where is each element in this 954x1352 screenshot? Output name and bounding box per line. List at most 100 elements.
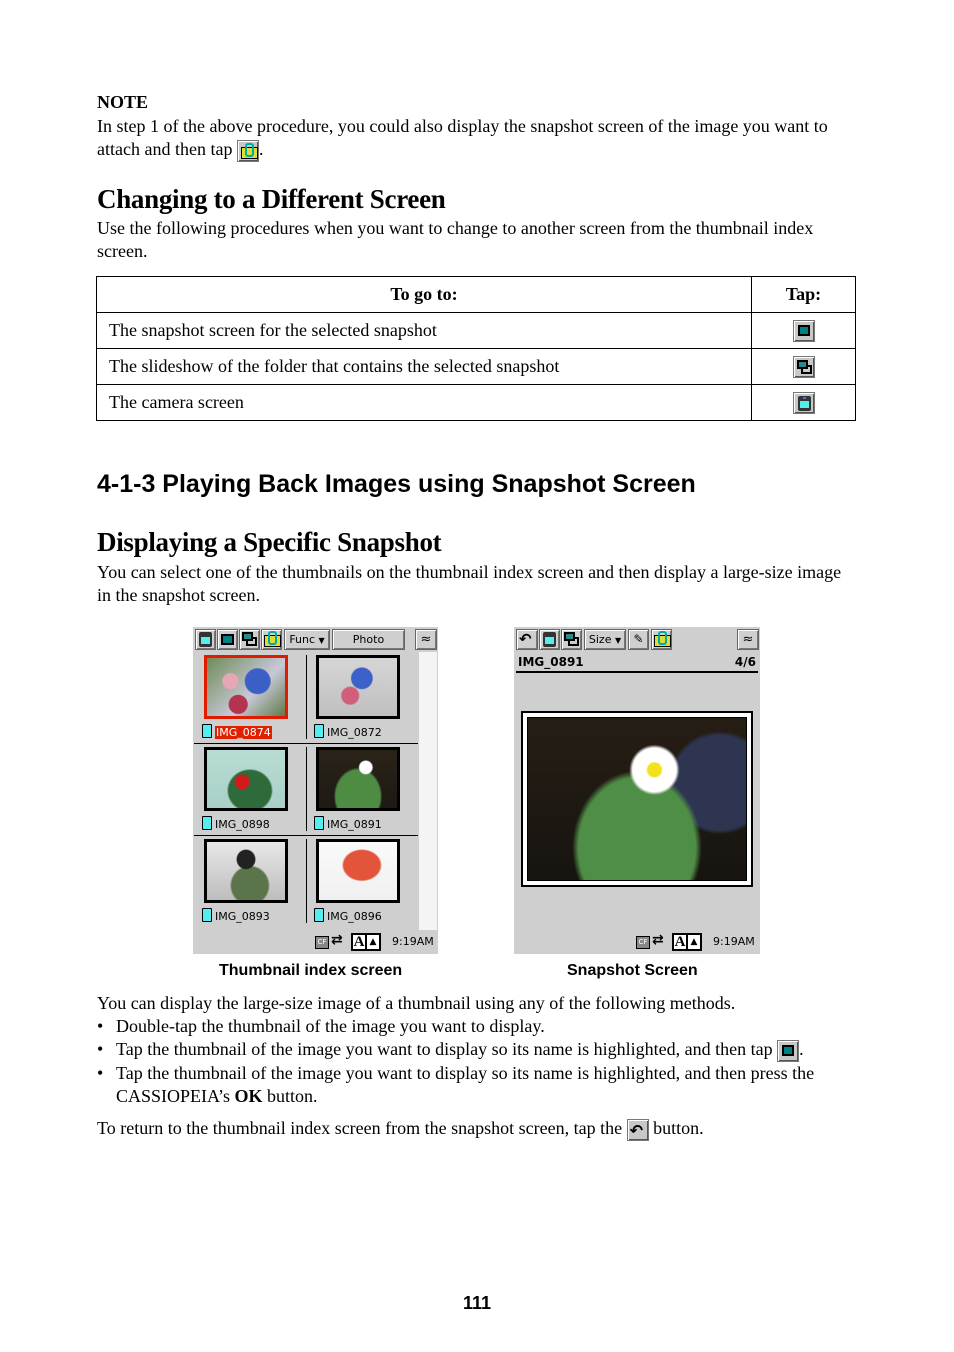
note-text-after: . <box>258 139 264 159</box>
thumbnail-image[interactable] <box>204 655 288 719</box>
thumbnail-item[interactable]: IMG_0896 <box>306 836 418 928</box>
table-row: The snapshot screen for the selected sna… <box>96 312 856 349</box>
dropdown-arrow-icon: ▼ <box>318 636 325 645</box>
list-item: Double-tap the thumbnail of the image yo… <box>97 1015 867 1038</box>
return-text-after: button. <box>648 1118 704 1138</box>
phone-icon <box>202 908 212 922</box>
note-text-before: In step 1 of the above procedure, you co… <box>97 116 828 159</box>
thumbnail-index-screenshot: Func ▼ Photo ≈ IMG_0874 IMG_0872 IMG_089… <box>193 627 438 954</box>
thumbnail-name: IMG_0872 <box>327 726 382 739</box>
grid-divider <box>306 747 307 831</box>
snapshot-screen-icon <box>777 1039 800 1062</box>
func-menu-button[interactable]: Func ▼ <box>284 629 330 650</box>
header-to-go-to: To go to: <box>96 276 752 313</box>
thumbnail-screen-caption: Thumbnail index screen <box>219 962 403 979</box>
attach-mail-button[interactable] <box>261 629 282 650</box>
row-destination: The snapshot screen for the selected sna… <box>96 312 752 349</box>
clock: 9:19AM <box>392 935 434 948</box>
thumbnail-item[interactable]: IMG_0891 <box>306 744 418 836</box>
status-bar: CF ⇄ A ▲ 9:19AM <box>193 930 438 954</box>
snapshot-header: IMG_0891 4/6 <box>516 653 758 673</box>
page-number: 111 <box>462 1293 492 1313</box>
toolbar: ↶ Size ▼ ✎ ≈ <box>515 628 759 651</box>
status-bar: CF ⇄ A ▲ 9:19AM <box>514 930 760 954</box>
thumbnail-grid: IMG_0874 IMG_0872 IMG_0898 IMG_0891 IMG_… <box>194 652 418 939</box>
camera-button[interactable] <box>539 629 560 650</box>
image-position: 4/6 <box>734 655 756 669</box>
grid-divider <box>194 835 418 836</box>
font-size-icon[interactable]: A <box>351 933 367 951</box>
grid-divider <box>306 655 307 739</box>
changing-heading: Changing to a Different Screen <box>97 184 446 214</box>
method-text: Tap the thumbnail of the image you want … <box>116 1039 778 1059</box>
thumbnail-name: IMG_0893 <box>215 910 270 923</box>
wireless-icon[interactable]: ≈ <box>415 629 437 650</box>
method-text: Tap the thumbnail of the image you want … <box>116 1062 815 1106</box>
methods-list: Double-tap the thumbnail of the image yo… <box>97 1015 867 1108</box>
list-item: Tap the thumbnail of the image you want … <box>97 1062 867 1108</box>
phone-icon <box>202 816 212 830</box>
slideshow-icon <box>792 355 815 378</box>
camera-button[interactable] <box>195 629 216 650</box>
table-header-row: To go to: Tap: <box>96 276 856 313</box>
photo-folder-button[interactable]: Photo <box>332 629 405 650</box>
slideshow-button[interactable] <box>561 629 582 650</box>
snapshot-screen-caption: Snapshot Screen <box>567 962 698 979</box>
snapshot-image-frame[interactable] <box>521 711 753 887</box>
return-text-before: To return to the thumbnail index screen … <box>97 1118 627 1138</box>
screen-navigation-table: To go to: Tap: The snapshot screen for t… <box>96 276 856 421</box>
method-text: Double-tap the thumbnail of the image yo… <box>116 1016 545 1036</box>
thumbnail-name: IMG_0874 <box>215 726 272 739</box>
grid-divider <box>194 743 418 744</box>
thumbnail-item[interactable]: IMG_0874 <box>194 652 306 744</box>
thumbnail-name: IMG_0898 <box>215 818 270 831</box>
thumbnail-item[interactable]: IMG_0872 <box>306 652 418 744</box>
func-label: Func <box>289 633 316 646</box>
table-row: The camera screen <box>96 384 856 421</box>
note-text: In step 1 of the above procedure, you co… <box>97 115 857 162</box>
return-instruction: To return to the thumbnail index screen … <box>97 1117 867 1141</box>
return-button[interactable]: ↶ <box>516 629 538 650</box>
row-destination: The slideshow of the folder that contain… <box>96 348 752 385</box>
thumbnail-image[interactable] <box>316 839 400 903</box>
thumbnail-name: IMG_0896 <box>327 910 382 923</box>
methods-intro: You can display the large-size image of … <box>97 993 736 1013</box>
thumbnail-image[interactable] <box>204 747 288 811</box>
ok-button-label: OK <box>234 1085 263 1106</box>
list-item: Tap the thumbnail of the image you want … <box>97 1038 867 1062</box>
input-panel-toggle-icon[interactable]: ▲ <box>688 933 702 951</box>
snapshot-screen-icon <box>792 319 815 342</box>
power-plug-icon: ⇄ <box>331 932 343 948</box>
displaying-heading: Displaying a Specific Snapshot <box>97 527 442 557</box>
attach-mail-button[interactable] <box>651 629 672 650</box>
slideshow-button[interactable] <box>239 629 260 650</box>
thumbnail-image[interactable] <box>316 747 400 811</box>
phone-icon <box>314 816 324 830</box>
cf-card-icon: CF <box>315 936 329 949</box>
snapshot-button[interactable] <box>217 629 238 650</box>
method-text-after: button. <box>262 1085 318 1106</box>
size-menu-button[interactable]: Size ▼ <box>584 629 626 650</box>
phone-icon <box>202 724 212 738</box>
cf-card-icon: CF <box>636 936 650 949</box>
scrollbar[interactable] <box>419 652 437 939</box>
thumbnail-image[interactable] <box>316 655 400 719</box>
thumbnail-image[interactable] <box>204 839 288 903</box>
dropdown-arrow-icon: ▼ <box>614 636 622 645</box>
font-size-icon[interactable]: A <box>672 933 688 951</box>
size-label: Size <box>588 633 612 646</box>
edit-tool-button[interactable]: ✎ <box>628 629 649 650</box>
thumbnail-item[interactable]: IMG_0898 <box>194 744 306 836</box>
grid-divider <box>306 839 307 923</box>
power-plug-icon: ⇄ <box>652 932 664 948</box>
return-arrow-icon: ↶ <box>626 1118 649 1141</box>
snapshot-image[interactable] <box>527 717 747 881</box>
attach-mail-icon <box>236 139 259 162</box>
clock: 9:19AM <box>713 935 755 948</box>
input-panel-toggle-icon[interactable]: ▲ <box>367 933 381 951</box>
wireless-icon[interactable]: ≈ <box>737 629 759 650</box>
image-name: IMG_0891 <box>518 655 584 669</box>
thumbnail-item[interactable]: IMG_0893 <box>194 836 306 928</box>
return-arrow-icon: ↶ <box>519 630 532 648</box>
header-tap: Tap: <box>751 276 856 313</box>
